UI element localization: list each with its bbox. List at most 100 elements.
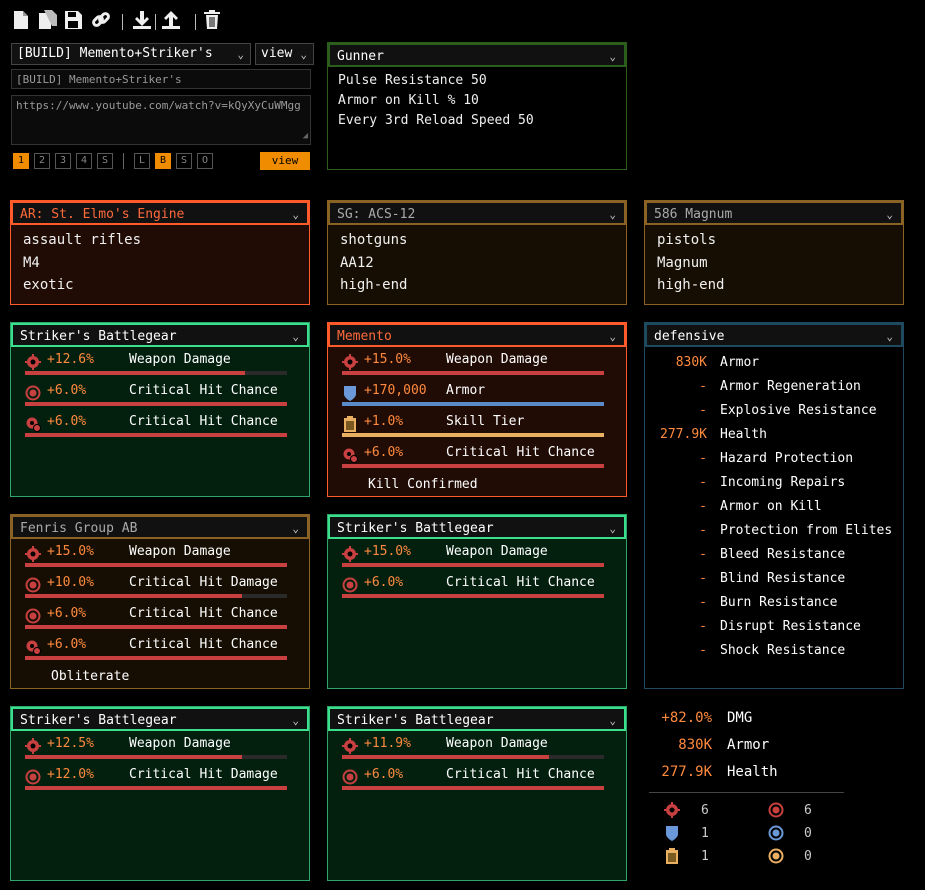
gear-attribute[interactable]: +15.0% Weapon Damage [342,543,617,571]
gear-select[interactable]: Memento ⌄ [328,323,626,347]
gear-attribute[interactable]: +15.0% Weapon Damage [342,351,617,379]
gear-attribute[interactable]: +6.0% Critical Hit Chance [25,605,300,633]
gear-attribute[interactable]: +1.0% Skill Tier [342,413,617,441]
armor-shield-icon [664,825,680,845]
attribute-name: Weapon Damage [446,544,548,559]
extra-button-b[interactable]: B [155,153,171,169]
gear-attribute[interactable]: +6.0% Critical Hit Chance [342,766,617,794]
gear-attribute[interactable]: +6.0% Critical Hit Chance [25,382,300,410]
gear-select[interactable]: Striker's Battlegear ⌄ [11,323,309,347]
attribute-roll-fill [342,371,604,375]
gear-gloves-panel: Striker's Battlegear ⌄ +15.0% Weapon Dam… [327,514,627,689]
extra-button-s[interactable]: S [176,153,192,169]
summary-stat: 830K Armor [657,737,857,757]
attribute-value: +6.0% [364,575,404,590]
chevron-down-icon: ⌄ [300,48,307,61]
specialization-name: Gunner [337,49,384,64]
view-button-label: view [271,154,299,167]
critical-hit-icon [25,385,41,401]
attribute-roll-fill [342,433,604,437]
weapon-select[interactable]: SG: ACS-12 ⌄ [328,201,626,225]
copy-file-icon[interactable] [38,10,58,32]
gear-talent: Kill Confirmed [368,477,478,492]
attribute-value: +11.9% [364,736,411,751]
attribute-roll-fill [25,594,242,598]
gear-attribute[interactable]: +6.0% Critical Hit Chance [342,574,617,602]
stat-row: - Incoming Repairs [645,475,903,495]
mode-select[interactable]: view ⌄ [255,43,314,65]
weapon-select[interactable]: 586 Magnum ⌄ [645,201,903,225]
stat-name: Incoming Repairs [720,475,846,490]
build-select[interactable]: [BUILD] Memento+Striker's ⌄ [11,43,251,65]
attribute-roll-fill [25,656,287,660]
weapon-rarity: exotic [23,277,74,293]
gear-attribute[interactable]: +12.0% Critical Hit Damage [25,766,300,794]
attribute-name: Critical Hit Chance [129,606,278,621]
attribute-value: +10.0% [47,575,94,590]
mode-select-value: view [261,46,293,61]
gear-attribute[interactable]: +15.0% Weapon Damage [25,543,300,571]
new-file-icon[interactable] [12,10,32,32]
stat-value: - [699,547,707,562]
critical-hit-icon [25,608,41,624]
stat-row: - Blind Resistance [645,571,903,591]
view-button[interactable]: view [260,152,310,170]
gear-select[interactable]: Striker's Battlegear ⌄ [11,707,309,731]
specialization-select[interactable]: Gunner ⌄ [328,43,626,67]
stat-row: - Protection from Elites [645,523,903,543]
attribute-roll-fill [25,402,287,406]
trash-icon[interactable] [203,10,223,32]
attribute-name: Critical Hit Damage [129,575,278,590]
gear-select[interactable]: Striker's Battlegear ⌄ [328,515,626,539]
attribute-roll-fill [25,371,245,375]
extra-button-l[interactable]: L [134,153,150,169]
import-icon[interactable] [132,10,152,32]
link-icon[interactable] [91,10,111,32]
gear-attribute[interactable]: +6.0% Critical Hit Chance [25,636,300,664]
gear-title: Striker's Battlegear [20,329,177,344]
gear-attribute[interactable]: +10.0% Critical Hit Damage [25,574,300,602]
specialization-line: Every 3rd Reload Speed 50 [338,113,534,128]
gear-attribute[interactable]: +6.0% Critical Hit Chance [25,413,300,441]
gear-attribute[interactable]: +11.9% Weapon Damage [342,735,617,763]
gear-title: Striker's Battlegear [337,521,494,536]
stat-name: Protection from Elites [720,523,893,538]
page-button-1[interactable]: 1 [13,153,29,169]
page-button-2[interactable]: 2 [34,153,50,169]
build-url-field[interactable]: https://www.youtube.com/watch?v=kQyXyCuW… [11,95,311,145]
build-name-field[interactable]: [BUILD] Memento+Striker's [11,69,311,89]
page-button-4[interactable]: 4 [76,153,92,169]
weapon-model: Magnum [657,254,708,271]
gear-select[interactable]: Striker's Battlegear ⌄ [328,707,626,731]
gear-attribute[interactable]: +12.5% Weapon Damage [25,735,300,763]
attribute-roll-fill [342,755,549,759]
gear-attribute[interactable]: +6.0% Critical Hit Chance [342,444,617,472]
resize-handle-icon[interactable]: ◢ [303,128,308,144]
critical-hit-icon [25,577,41,593]
weapon-select[interactable]: AR: St. Elmo's Engine ⌄ [11,201,309,225]
stat-row: - Disrupt Resistance [645,619,903,639]
attribute-roll-bar [342,433,604,437]
stat-category-select[interactable]: defensive ⌄ [645,323,903,347]
gear-kneepads-panel: Striker's Battlegear ⌄ +11.9% Weapon Dam… [327,706,627,881]
export-icon[interactable] [161,10,181,32]
chevron-down-icon: ⌄ [292,522,299,535]
page-button-3[interactable]: 3 [55,153,71,169]
summary-stat: +82.0% DMG [657,710,857,730]
weapon-damage-icon [342,354,358,370]
armor-round-icon [768,825,784,845]
chevron-down-icon: ⌄ [609,714,616,727]
attribute-value: +6.0% [47,383,87,398]
page-button-s[interactable]: S [97,153,113,169]
save-icon[interactable] [64,10,84,32]
chevron-down-icon: ⌄ [292,208,299,221]
gear-select[interactable]: Fenris Group AB ⌄ [11,515,309,539]
attribute-roll-fill [342,464,604,468]
gear-attribute[interactable]: +12.6% Weapon Damage [25,351,300,379]
gear-attribute[interactable]: +170,000 Armor [342,382,617,410]
extra-button-o[interactable]: O [197,153,213,169]
weapon-model: M4 [23,254,40,271]
summary-name: Health [727,764,778,780]
critical-hit-gear-icon [25,639,41,655]
stat-category-value: defensive [654,329,725,344]
